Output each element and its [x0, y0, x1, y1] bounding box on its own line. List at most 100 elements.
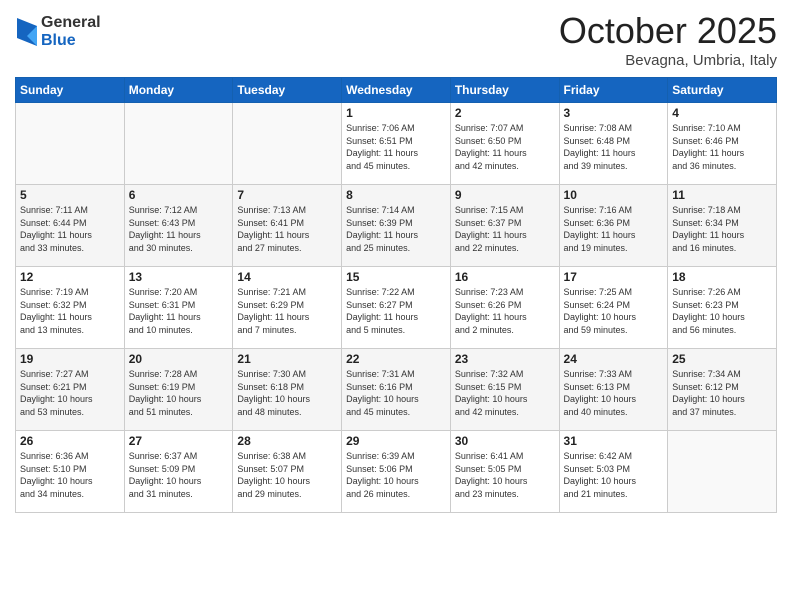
day-info: Sunrise: 7:16 AM Sunset: 6:36 PM Dayligh… [564, 204, 664, 254]
calendar-cell: 28 Sunrise: 6:38 AM Sunset: 5:07 PM Dayli… [233, 431, 342, 513]
day-info: Sunrise: 7:23 AM Sunset: 6:26 PM Dayligh… [455, 286, 555, 336]
day-info: Sunrise: 7:07 AM Sunset: 6:50 PM Dayligh… [455, 122, 555, 172]
calendar-week-row: 12Sunrise: 7:19 AM Sunset: 6:32 PM Dayli… [16, 267, 777, 349]
calendar-cell: 15 Sunrise: 7:22 AM Sunset: 6:27 PM Dayli… [342, 267, 451, 349]
day-number: 20 [129, 352, 229, 366]
weekday-header: Friday [559, 78, 668, 103]
calendar-cell: 26 Sunrise: 6:36 AM Sunset: 5:10 PM Dayli… [16, 431, 125, 513]
day-info: Sunrise: 7:10 AM Sunset: 6:46 PM Dayligh… [672, 122, 772, 172]
day-number: 23 [455, 352, 555, 366]
calendar-cell: 2 Sunrise: 7:07 AM Sunset: 6:50 PM Daylig… [450, 103, 559, 185]
day-number: 1 [346, 106, 446, 120]
calendar-cell: 12Sunrise: 7:19 AM Sunset: 6:32 PM Dayli… [16, 267, 125, 349]
day-info: Sunrise: 7:20 AM Sunset: 6:31 PM Dayligh… [129, 286, 229, 336]
calendar-cell: 5 Sunrise: 7:11 AM Sunset: 6:44 PM Daylig… [16, 185, 125, 267]
day-number: 7 [237, 188, 337, 202]
calendar-cell: 14 Sunrise: 7:21 AM Sunset: 6:29 PM Dayli… [233, 267, 342, 349]
day-number: 25 [672, 352, 772, 366]
day-number: 6 [129, 188, 229, 202]
calendar-cell: 11 Sunrise: 7:18 AM Sunset: 6:34 PM Dayli… [668, 185, 777, 267]
day-info: Sunrise: 7:25 AM Sunset: 6:24 PM Dayligh… [564, 286, 664, 336]
weekday-header: Thursday [450, 78, 559, 103]
day-info: Sunrise: 7:15 AM Sunset: 6:37 PM Dayligh… [455, 204, 555, 254]
day-number: 15 [346, 270, 446, 284]
calendar-cell: 16 Sunrise: 7:23 AM Sunset: 6:26 PM Dayli… [450, 267, 559, 349]
calendar-cell: 18Sunrise: 7:26 AM Sunset: 6:23 PM Dayli… [668, 267, 777, 349]
day-info: Sunrise: 7:30 AM Sunset: 6:18 PM Dayligh… [237, 368, 337, 418]
day-number: 8 [346, 188, 446, 202]
day-info: Sunrise: 7:14 AM Sunset: 6:39 PM Dayligh… [346, 204, 446, 254]
calendar-cell: 27Sunrise: 6:37 AM Sunset: 5:09 PM Dayli… [124, 431, 233, 513]
calendar-cell: 25 Sunrise: 7:34 AM Sunset: 6:12 PM Dayli… [668, 349, 777, 431]
day-number: 29 [346, 434, 446, 448]
calendar-table: SundayMondayTuesdayWednesdayThursdayFrid… [15, 77, 777, 513]
calendar-cell: 20 Sunrise: 7:28 AM Sunset: 6:19 PM Dayli… [124, 349, 233, 431]
day-number: 24 [564, 352, 664, 366]
day-info: Sunrise: 7:18 AM Sunset: 6:34 PM Dayligh… [672, 204, 772, 254]
weekday-header: Saturday [668, 78, 777, 103]
day-number: 4 [672, 106, 772, 120]
calendar-week-row: 26 Sunrise: 6:36 AM Sunset: 5:10 PM Dayli… [16, 431, 777, 513]
day-number: 10 [564, 188, 664, 202]
weekday-header: Tuesday [233, 78, 342, 103]
day-info: Sunrise: 7:11 AM Sunset: 6:44 PM Dayligh… [20, 204, 120, 254]
day-number: 26 [20, 434, 120, 448]
day-number: 21 [237, 352, 337, 366]
day-number: 9 [455, 188, 555, 202]
header: General Blue October 2025 Bevagna, Umbri… [15, 10, 777, 69]
day-number: 11 [672, 188, 772, 202]
day-info: Sunrise: 6:38 AM Sunset: 5:07 PM Dayligh… [237, 450, 337, 500]
calendar-cell: 23Sunrise: 7:32 AM Sunset: 6:15 PM Dayli… [450, 349, 559, 431]
calendar-cell: 30Sunrise: 6:41 AM Sunset: 5:05 PM Dayli… [450, 431, 559, 513]
day-number: 3 [564, 106, 664, 120]
calendar-week-row: 1Sunrise: 7:06 AM Sunset: 6:51 PM Daylig… [16, 103, 777, 185]
day-info: Sunrise: 7:31 AM Sunset: 6:16 PM Dayligh… [346, 368, 446, 418]
calendar-cell: 8 Sunrise: 7:14 AM Sunset: 6:39 PM Daylig… [342, 185, 451, 267]
calendar-cell: 10 Sunrise: 7:16 AM Sunset: 6:36 PM Dayli… [559, 185, 668, 267]
calendar-header-row: SundayMondayTuesdayWednesdayThursdayFrid… [16, 78, 777, 103]
day-number: 16 [455, 270, 555, 284]
day-info: Sunrise: 7:08 AM Sunset: 6:48 PM Dayligh… [564, 122, 664, 172]
day-number: 22 [346, 352, 446, 366]
logo-text: General Blue [41, 14, 101, 49]
weekday-header: Monday [124, 78, 233, 103]
calendar-cell: 7 Sunrise: 7:13 AM Sunset: 6:41 PM Daylig… [233, 185, 342, 267]
day-number: 17 [564, 270, 664, 284]
day-info: Sunrise: 7:12 AM Sunset: 6:43 PM Dayligh… [129, 204, 229, 254]
day-number: 14 [237, 270, 337, 284]
day-info: Sunrise: 7:13 AM Sunset: 6:41 PM Dayligh… [237, 204, 337, 254]
day-number: 5 [20, 188, 120, 202]
day-number: 28 [237, 434, 337, 448]
calendar-week-row: 19 Sunrise: 7:27 AM Sunset: 6:21 PM Dayli… [16, 349, 777, 431]
day-number: 19 [20, 352, 120, 366]
day-info: Sunrise: 7:27 AM Sunset: 6:21 PM Dayligh… [20, 368, 120, 418]
calendar-cell: 3 Sunrise: 7:08 AM Sunset: 6:48 PM Daylig… [559, 103, 668, 185]
page: General Blue October 2025 Bevagna, Umbri… [0, 0, 792, 612]
day-number: 12 [20, 270, 120, 284]
calendar-cell [233, 103, 342, 185]
calendar-cell [668, 431, 777, 513]
day-number: 13 [129, 270, 229, 284]
calendar-cell: 13 Sunrise: 7:20 AM Sunset: 6:31 PM Dayli… [124, 267, 233, 349]
logo-icon [17, 18, 37, 46]
logo-blue: Blue [41, 32, 101, 50]
day-number: 31 [564, 434, 664, 448]
day-number: 27 [129, 434, 229, 448]
calendar-cell: 24 Sunrise: 7:33 AM Sunset: 6:13 PM Dayli… [559, 349, 668, 431]
day-number: 2 [455, 106, 555, 120]
weekday-header: Sunday [16, 78, 125, 103]
day-info: Sunrise: 6:39 AM Sunset: 5:06 PM Dayligh… [346, 450, 446, 500]
calendar-cell: 22 Sunrise: 7:31 AM Sunset: 6:16 PM Dayli… [342, 349, 451, 431]
day-info: Sunrise: 7:33 AM Sunset: 6:13 PM Dayligh… [564, 368, 664, 418]
calendar-cell: 9 Sunrise: 7:15 AM Sunset: 6:37 PM Daylig… [450, 185, 559, 267]
subtitle: Bevagna, Umbria, Italy [559, 52, 777, 69]
day-info: Sunrise: 6:42 AM Sunset: 5:03 PM Dayligh… [564, 450, 664, 500]
day-info: Sunrise: 7:21 AM Sunset: 6:29 PM Dayligh… [237, 286, 337, 336]
calendar-cell: 6 Sunrise: 7:12 AM Sunset: 6:43 PM Daylig… [124, 185, 233, 267]
month-title: October 2025 [559, 10, 777, 52]
day-info: Sunrise: 7:34 AM Sunset: 6:12 PM Dayligh… [672, 368, 772, 418]
day-info: Sunrise: 7:28 AM Sunset: 6:19 PM Dayligh… [129, 368, 229, 418]
logo-general: General [41, 14, 101, 32]
day-info: Sunrise: 7:22 AM Sunset: 6:27 PM Dayligh… [346, 286, 446, 336]
day-info: Sunrise: 6:36 AM Sunset: 5:10 PM Dayligh… [20, 450, 120, 500]
